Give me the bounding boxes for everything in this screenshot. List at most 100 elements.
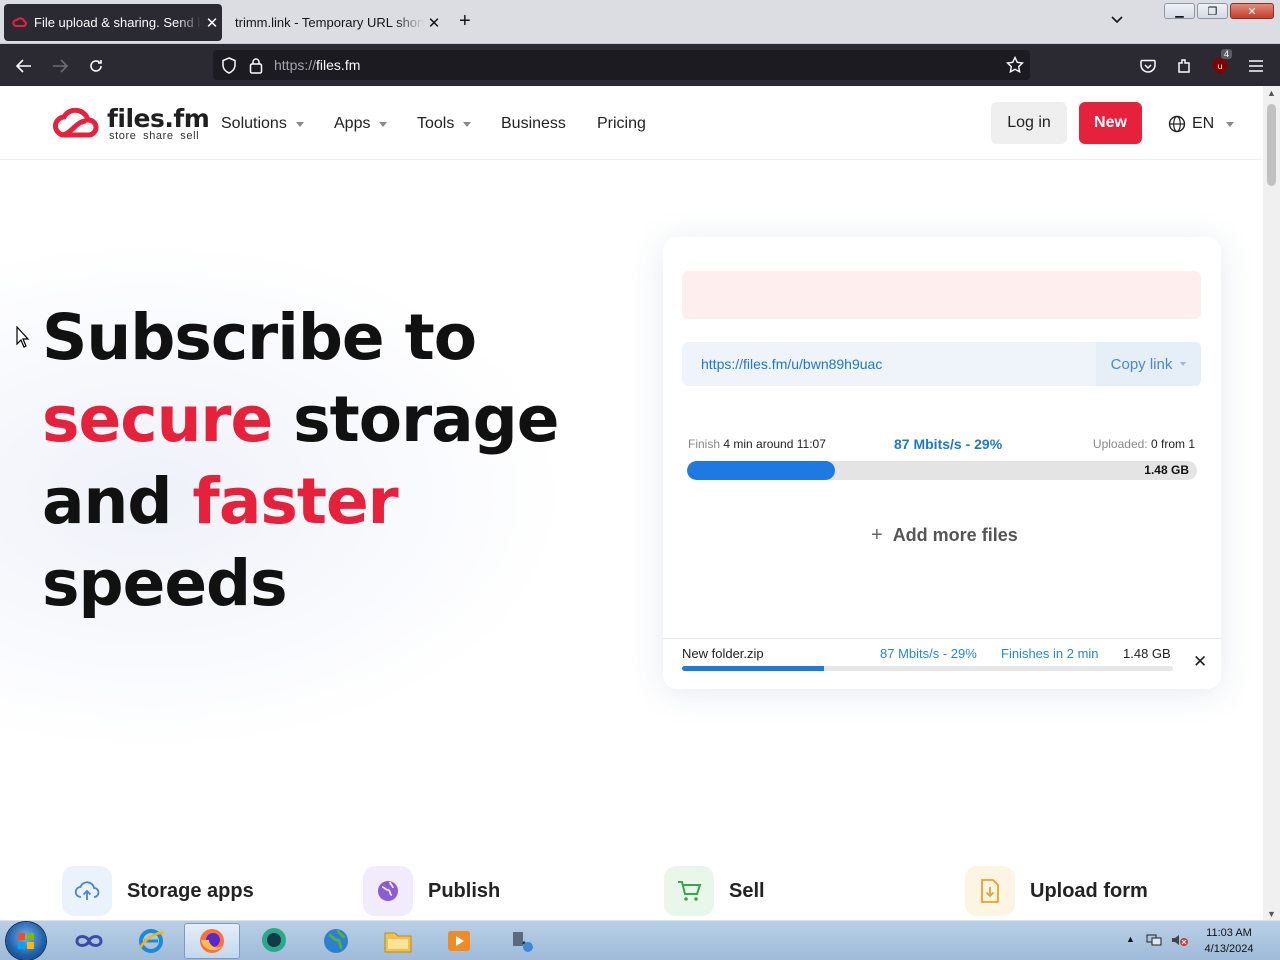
scrollbar-thumb[interactable] xyxy=(1267,104,1276,186)
media-player-icon[interactable] xyxy=(431,923,487,959)
feature-label: Storage apps xyxy=(127,879,254,902)
lock-icon[interactable] xyxy=(249,57,263,79)
clock-date: 4/13/2024 xyxy=(1204,943,1254,955)
file-progress-bar xyxy=(682,666,1173,671)
volume-muted-icon[interactable] xyxy=(1171,933,1189,950)
total-size: 1.48 GB xyxy=(1144,463,1189,477)
close-tab-icon[interactable]: ✕ xyxy=(202,14,222,32)
extensions-icon[interactable] xyxy=(1173,55,1195,77)
brand-name[interactable]: files.fm xyxy=(107,104,210,133)
feature-publish[interactable]: Publish xyxy=(363,866,500,916)
nav-business[interactable]: Business xyxy=(501,115,566,133)
feature-upload-form[interactable]: Upload form xyxy=(965,866,1148,916)
browser-tab-bar: File upload & sharing. Send large files … xyxy=(0,0,1280,44)
new-button[interactable]: New xyxy=(1079,102,1142,144)
web-page: files.fm store share sell Solutions Apps… xyxy=(0,86,1263,920)
nav-label: Apps xyxy=(334,115,371,132)
cart-icon xyxy=(664,866,714,916)
feature-sell[interactable]: Sell xyxy=(664,866,765,916)
system-clock[interactable]: 11:03 AM 4/13/2024 xyxy=(1196,925,1262,957)
caret-down-icon xyxy=(379,121,388,127)
feature-label: Upload form xyxy=(1030,879,1148,902)
nav-label: Pricing xyxy=(597,115,646,132)
total-progress-fill xyxy=(687,461,835,480)
windows-taskbar: ▲ 11:03 AM 4/13/2024 xyxy=(0,920,1280,960)
uploaded-value: 0 from 1 xyxy=(1150,437,1195,451)
back-icon[interactable] xyxy=(13,55,35,77)
address-bar[interactable]: https://files.fm xyxy=(213,50,1030,80)
headline-accent-faster: faster xyxy=(192,465,398,538)
files-fm-favicon-icon xyxy=(12,16,27,27)
page-scrollbar[interactable]: ▲ ▼ xyxy=(1263,86,1280,920)
nav-label: Solutions xyxy=(221,115,287,132)
restore-icon[interactable]: ❐ xyxy=(1197,3,1228,19)
ublock-origin-icon[interactable]: u 4 xyxy=(1209,49,1233,77)
copy-link-button[interactable]: Copy link xyxy=(1096,342,1201,386)
add-more-files-button[interactable]: + Add more files xyxy=(871,524,1018,547)
pocket-icon[interactable] xyxy=(1137,55,1159,77)
file-size: 1.48 GB xyxy=(1123,646,1171,661)
scroll-down-icon[interactable]: ▼ xyxy=(1267,909,1276,919)
firefox-taskbar-icon[interactable] xyxy=(184,923,240,959)
feature-label: Publish xyxy=(428,879,501,902)
headline-line-2: secure storage xyxy=(42,379,559,461)
files-fm-logo-icon[interactable] xyxy=(53,106,103,145)
tab-trimm-link[interactable]: trimm.link - Temporary URL shortener ✕ xyxy=(226,4,444,41)
headline-line-1: Subscribe to xyxy=(42,301,477,374)
new-tab-icon[interactable]: + xyxy=(459,10,471,33)
network-icon[interactable] xyxy=(1146,933,1162,950)
language-label: EN xyxy=(1192,115,1215,132)
show-hidden-icons[interactable]: ▲ xyxy=(1126,934,1135,944)
brand-tagline: store share sell xyxy=(109,130,200,142)
headline-text: storage xyxy=(272,383,559,456)
feature-storage-apps[interactable]: Storage apps xyxy=(62,866,254,916)
total-progress-bar: 1.48 GB xyxy=(687,461,1197,480)
start-button[interactable] xyxy=(6,922,46,960)
cancel-upload-icon[interactable]: ✕ xyxy=(1193,652,1207,672)
file-explorer-icon[interactable] xyxy=(370,923,426,959)
headline-accent-secure: secure xyxy=(42,383,273,456)
browser-toolbar: https://files.fm u 4 xyxy=(0,44,1280,86)
minimize-icon[interactable]: ▁ xyxy=(1164,3,1195,19)
login-button[interactable]: Log in xyxy=(991,102,1067,144)
bookmark-star-icon[interactable] xyxy=(1005,55,1025,79)
finish-value: 4 min around 11:07 xyxy=(723,437,826,451)
chat-app-icon[interactable] xyxy=(246,923,302,959)
tab-title: trimm.link - Temporary URL shortener xyxy=(235,15,424,30)
close-tab-icon[interactable]: ✕ xyxy=(424,14,444,32)
window-controls: ▁ ❐ ✕ xyxy=(1164,3,1274,19)
nav-pricing[interactable]: Pricing xyxy=(597,115,646,133)
tab-files-fm[interactable]: File upload & sharing. Send large files … xyxy=(4,4,222,41)
taskbar-app-infinity-icon[interactable] xyxy=(61,923,117,959)
scroll-up-icon[interactable]: ▲ xyxy=(1267,88,1276,98)
globe-app-icon[interactable] xyxy=(308,923,364,959)
hamburger-menu-icon[interactable] xyxy=(1245,55,1267,77)
nav-solutions[interactable]: Solutions xyxy=(221,115,304,133)
forward-icon[interactable] xyxy=(49,55,71,77)
internet-explorer-icon[interactable] xyxy=(123,923,179,959)
chevron-down-icon[interactable] xyxy=(1110,12,1124,30)
globe-icon xyxy=(1168,115,1186,133)
svg-text:u: u xyxy=(1217,62,1222,71)
network-tool-icon[interactable] xyxy=(494,923,550,959)
nav-apps[interactable]: Apps xyxy=(334,115,388,133)
reload-icon[interactable] xyxy=(85,55,107,77)
cloud-upload-icon xyxy=(62,866,112,916)
url-protocol: https:// xyxy=(274,57,317,73)
notice-bar xyxy=(682,271,1201,319)
url-text: https://files.fm xyxy=(274,57,360,73)
finish-estimate: Finish 4 min around 11:07 xyxy=(688,437,826,451)
copy-link-label: Copy link xyxy=(1110,355,1173,373)
window-close-icon[interactable]: ✕ xyxy=(1230,3,1274,19)
hero-headline: Subscribe to secure storage and faster s… xyxy=(42,297,559,625)
site-header: files.fm store share sell Solutions Apps… xyxy=(0,86,1263,160)
nav-tools[interactable]: Tools xyxy=(417,115,472,133)
share-link-url[interactable]: https://files.fm/u/bwn89h9uac xyxy=(701,356,882,372)
uploaded-label: Uploaded: xyxy=(1092,437,1148,451)
shield-icon[interactable] xyxy=(221,57,237,79)
file-name: New folder.zip xyxy=(682,646,764,661)
language-selector[interactable]: EN xyxy=(1168,115,1235,133)
nav-label: Business xyxy=(501,115,566,132)
add-more-label: Add more files xyxy=(892,525,1018,545)
caret-down-icon xyxy=(463,121,472,127)
